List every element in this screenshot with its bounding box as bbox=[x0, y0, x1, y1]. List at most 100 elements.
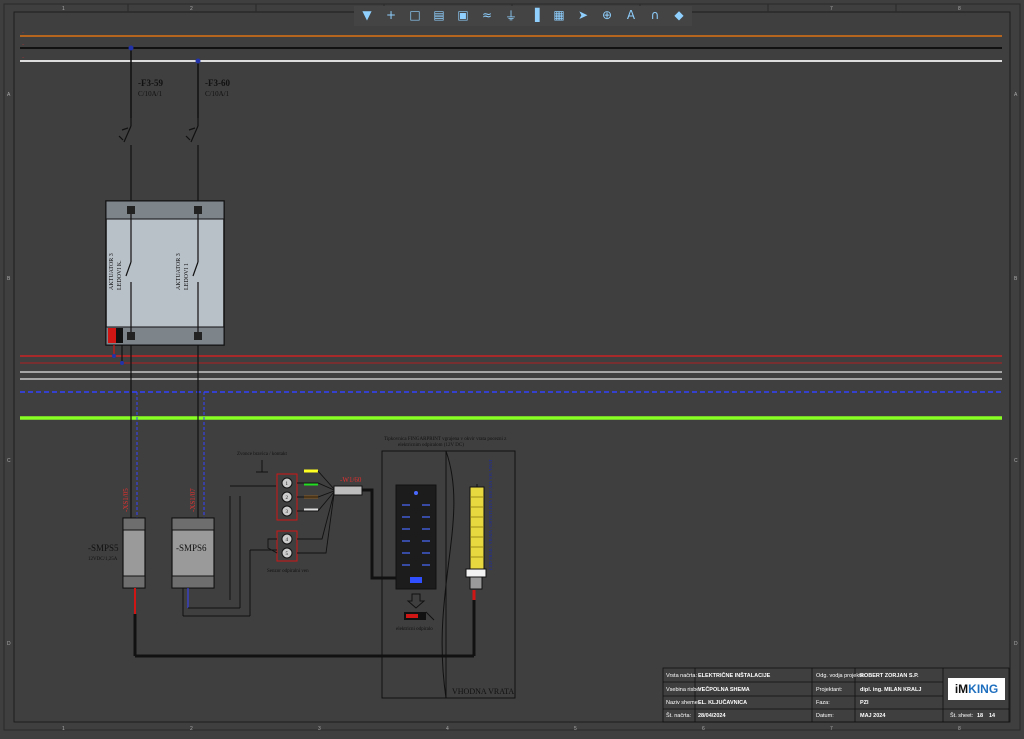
tb-date-label: Datum: bbox=[816, 713, 834, 719]
select-rect-icon[interactable]: □ bbox=[406, 6, 424, 24]
row-a-left: A bbox=[7, 92, 11, 98]
breaker-2-rating: C/10A/1 bbox=[205, 90, 230, 98]
terminal-block-lower[interactable]: 45 bbox=[276, 530, 298, 562]
down-arrow-icon bbox=[406, 593, 426, 609]
tb-content-label: Vsebina risbe: bbox=[666, 687, 701, 693]
col-3-bottom: 3 bbox=[318, 726, 321, 732]
svg-text:~: ~ bbox=[22, 42, 25, 47]
breaker-1-symbol[interactable] bbox=[118, 118, 132, 204]
column-markers: 1 2 7 8 1 2 3 4 5 6 7 8 A B C D A B C D bbox=[7, 4, 1018, 732]
tb-lead: ROBERT ZORJAN S.P. bbox=[860, 673, 919, 679]
smps5-tag: -XS1/05 bbox=[122, 488, 130, 512]
col-8-bottom: 8 bbox=[958, 726, 961, 732]
smps6-name: -SMPS6 bbox=[176, 543, 207, 553]
tb-lead-label: Odg. vodja projekta: bbox=[816, 673, 866, 679]
row-c-left: C bbox=[7, 458, 11, 464]
col-2-top: 2 bbox=[190, 6, 193, 12]
tb-phase-label: Faza: bbox=[816, 700, 830, 706]
door-label: VHODNA VRATA bbox=[452, 687, 514, 696]
smps6-tag: -XS1/07 bbox=[189, 488, 197, 512]
psu-smps6[interactable] bbox=[171, 517, 215, 589]
tb-content: VEČPOLNA SHEMA bbox=[698, 687, 750, 693]
ground-icon[interactable]: ⏚ bbox=[502, 6, 520, 24]
outer-frame bbox=[3, 3, 1021, 731]
electric-opener[interactable] bbox=[404, 611, 435, 621]
svg-text:~: ~ bbox=[22, 55, 25, 60]
logo-prefix: iM bbox=[954, 682, 969, 696]
module-icon[interactable]: ▦ bbox=[550, 6, 568, 24]
smps5-desc: 12VDC/1,25A bbox=[88, 557, 118, 562]
tb-sheet: 18 bbox=[977, 713, 984, 719]
schematic-sheet: 1 2 7 8 1 2 3 4 5 6 7 8 A B C D A B C D … bbox=[0, 0, 1024, 734]
fingerprint-title-1: Tipkovnica FINGARPRINT vgrajena v okvir … bbox=[384, 437, 507, 442]
tb-sheet-label: Št. sheet: bbox=[950, 713, 974, 719]
opener-label: elektricni odpiralo bbox=[396, 627, 433, 632]
row-d-left: D bbox=[7, 641, 11, 647]
smps5-name: -SMPS5 bbox=[88, 543, 119, 553]
tb-scheme-label: Naziv sheme: bbox=[666, 700, 700, 706]
text-icon[interactable]: A bbox=[622, 6, 640, 24]
terminal-block-upper[interactable]: 123 bbox=[276, 473, 298, 521]
wire-colors bbox=[304, 469, 318, 512]
actuator-left-label-2: LEDOVI K. bbox=[117, 260, 123, 290]
col-7-bottom: 7 bbox=[830, 726, 833, 732]
inner-frame bbox=[13, 11, 1011, 723]
led-strip-label: LED TRAK / VRATA / OSVETLITEV ROCAJA VH.… bbox=[488, 459, 493, 570]
tb-plan-type-label: Vrsta načrta: bbox=[666, 673, 697, 679]
tb-designer: dipl. ing. MILAN KRALJ bbox=[860, 687, 922, 693]
breaker-1-name: -F3-59 bbox=[138, 78, 163, 88]
junction-f3-59 bbox=[128, 45, 134, 51]
wave-icon[interactable]: ≈ bbox=[478, 6, 496, 24]
schematic-canvas[interactable]: 1 2 7 8 1 2 3 4 5 6 7 8 A B C D A B C D … bbox=[0, 0, 1024, 734]
col-8-top: 8 bbox=[958, 6, 961, 12]
col-5-bottom: 5 bbox=[574, 726, 577, 732]
tb-plan-type: ELEKTRIČNE INŠTALACIJE bbox=[698, 673, 771, 679]
logo-suffix: KING bbox=[968, 682, 999, 696]
tb-sheet-total: 14 bbox=[989, 713, 996, 719]
tb-scheme: EL. KLJUČAVNICA bbox=[698, 700, 748, 706]
filter-icon[interactable]: ▼ bbox=[358, 6, 376, 24]
key-contact-symbol[interactable] bbox=[230, 460, 276, 487]
terminal-icon[interactable]: ▣ bbox=[454, 6, 472, 24]
actuator-right-label-1: AKTUATOR 3 bbox=[176, 253, 182, 290]
svg-text:~: ~ bbox=[22, 30, 25, 35]
source-icon[interactable]: ⊕ bbox=[598, 6, 616, 24]
cable-gland[interactable] bbox=[333, 485, 363, 496]
col-6-bottom: 6 bbox=[702, 726, 705, 732]
tb-designer-label: Projektant: bbox=[816, 687, 843, 693]
arc-icon[interactable]: ∩ bbox=[646, 6, 664, 24]
row-d-right: D bbox=[1014, 641, 1018, 647]
tb-phase: PZI bbox=[860, 700, 869, 706]
cable-tag: -W1/60 bbox=[340, 476, 362, 484]
crosshair-icon[interactable]: + bbox=[382, 6, 400, 24]
actuator-module[interactable]: AKTUATOR 3 LEDOVI K. AKTUATOR 3 LEDOVI 1 bbox=[105, 200, 225, 346]
fingerprint-title-2: elektricnim odpiralom (12V DC) bbox=[398, 443, 464, 448]
col-1-top: 1 bbox=[62, 6, 65, 12]
col-2-bottom: 2 bbox=[190, 726, 193, 732]
junction-f3-60 bbox=[195, 58, 201, 64]
row-a-right: A bbox=[1014, 92, 1018, 98]
drawing-toolbar: ▼ + □ ▤ ▣ ≈ ⏚ ▐ ▦ ➤ ⊕ A ∩ ◆ bbox=[354, 6, 692, 26]
component-icon[interactable]: ▤ bbox=[430, 6, 448, 24]
tb-number-label: Št. načrta: bbox=[666, 713, 692, 719]
psu-smps5[interactable] bbox=[122, 517, 146, 589]
breaker-2-name: -F3-60 bbox=[205, 78, 230, 88]
arrow-tag-icon[interactable]: ➤ bbox=[574, 6, 592, 24]
col-7-top: 7 bbox=[830, 6, 833, 12]
row-b-left: B bbox=[7, 276, 11, 282]
cable-to-keypad bbox=[362, 488, 396, 580]
meter-icon[interactable]: ▐ bbox=[526, 6, 544, 24]
keys-label: Zvonce bravica / kontakt bbox=[237, 452, 287, 457]
company-logo: iM KING bbox=[948, 678, 1005, 700]
actuator-left-label-1: AKTUATOR 3 bbox=[109, 253, 115, 290]
led-strip[interactable] bbox=[465, 484, 487, 590]
col-4-bottom: 4 bbox=[446, 726, 449, 732]
point-icon[interactable]: ◆ bbox=[670, 6, 688, 24]
tb-number: 28/04/2024 bbox=[698, 713, 726, 719]
breaker-2-symbol[interactable] bbox=[185, 118, 199, 204]
tb-date: MAJ 2024 bbox=[860, 713, 886, 719]
lock-label: Senzor odpiralni ven bbox=[267, 569, 309, 574]
fingerprint-keypad[interactable] bbox=[395, 484, 437, 590]
breaker-1-rating: C/10A/1 bbox=[138, 90, 163, 98]
row-b-right: B bbox=[1014, 276, 1018, 282]
